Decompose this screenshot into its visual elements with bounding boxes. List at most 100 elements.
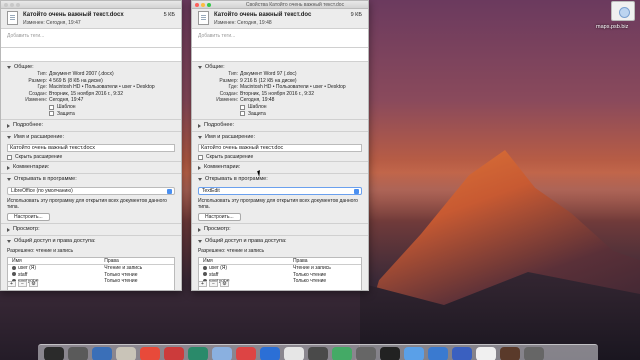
- permission-privilege[interactable]: Только чтение: [104, 278, 137, 285]
- info-window-docx[interactable]: Катойто очень важный текст.docx 5 КБ Изм…: [0, 0, 182, 291]
- general-info-list: Тип: Документ Word 2007 (.docx) Размер: 4 5…: [7, 71, 175, 104]
- dock-app-icon[interactable]: [428, 347, 448, 360]
- window-titlebar[interactable]: Свойства Катойто очень важный текст.doc: [192, 1, 368, 9]
- maps-widget-icon[interactable]: [611, 1, 635, 21]
- tags-area[interactable]: [192, 48, 368, 62]
- general-row: Создан: Вторник, 15 ноября 2016 г., 9:32: [7, 91, 175, 98]
- change-all-button[interactable]: Настроить...: [7, 213, 50, 222]
- preview-label: Просмотр:: [13, 226, 40, 233]
- more-info-toggle[interactable]: Подробнее:: [198, 122, 362, 129]
- dock-app-icon[interactable]: [260, 347, 280, 360]
- checkbox-icon[interactable]: [240, 104, 245, 110]
- tags-area[interactable]: [1, 48, 181, 62]
- checkbox-icon[interactable]: [198, 154, 203, 160]
- open-with-toggle[interactable]: Открывать в программе:: [7, 176, 175, 183]
- disclosure-closed-icon: [7, 227, 10, 232]
- dock-app-icon[interactable]: [332, 347, 352, 360]
- gear-icon[interactable]: ⚙: [29, 281, 38, 287]
- dock-app-icon[interactable]: [164, 347, 184, 360]
- remove-icon[interactable]: −: [18, 281, 27, 287]
- locked-checkbox[interactable]: Защита: [198, 111, 362, 118]
- permission-privilege[interactable]: Только чтение: [293, 278, 326, 285]
- gear-icon[interactable]: ⚙: [220, 281, 229, 287]
- checkbox-icon[interactable]: [49, 111, 54, 117]
- popup-arrows-icon: [167, 189, 172, 195]
- user-icon: [203, 265, 207, 270]
- dock-app-icon[interactable]: [452, 347, 472, 360]
- preview-label: Просмотр:: [204, 226, 231, 233]
- window-titlebar[interactable]: [1, 1, 181, 9]
- preview-toggle[interactable]: Просмотр:: [7, 226, 175, 233]
- dock-app-icon[interactable]: [44, 347, 64, 360]
- minimize-button[interactable]: [201, 3, 205, 7]
- name-ext-toggle[interactable]: Имя и расширение:: [7, 134, 175, 141]
- hide-extension-checkbox[interactable]: Скрыть расширение: [192, 153, 368, 161]
- permissions-toolbar: + − ⚙: [198, 281, 229, 287]
- general-key: Где:: [228, 84, 238, 91]
- add-icon[interactable]: +: [198, 281, 207, 287]
- dock-app-icon[interactable]: [356, 347, 376, 360]
- permissions-toolbar: + − ⚙: [7, 281, 38, 287]
- open-with-toggle[interactable]: Открывать в программе:: [198, 176, 362, 183]
- header-name: Имя: [203, 258, 213, 265]
- zoom-button[interactable]: [16, 3, 20, 7]
- permissions-header: Имя Права: [8, 258, 174, 266]
- comments-toggle[interactable]: Комментарии:: [198, 164, 362, 171]
- checkbox-icon[interactable]: [7, 154, 12, 160]
- disclosure-closed-icon: [198, 123, 201, 128]
- general-value: Macintosh HD • Пользователи • user • Des…: [49, 84, 155, 91]
- general-section-toggle[interactable]: Общие:: [198, 64, 362, 71]
- zoom-button[interactable]: [207, 3, 211, 7]
- general-row: Размер: 9 216 Б (12 КБ на диске): [198, 78, 362, 85]
- dock-app-icon[interactable]: [140, 347, 160, 360]
- dock-app-icon[interactable]: [524, 347, 544, 360]
- general-value: Сегодня, 19:48: [240, 97, 275, 104]
- general-section-toggle[interactable]: Общие:: [7, 64, 175, 71]
- stationery-checkbox[interactable]: Шаблон: [7, 104, 175, 111]
- dock-app-icon[interactable]: [308, 347, 328, 360]
- locked-checkbox[interactable]: Защита: [7, 111, 175, 118]
- preview-toggle[interactable]: Просмотр:: [198, 226, 362, 233]
- locked-label: Защита: [57, 110, 75, 117]
- name-field[interactable]: Катойто очень важный текст.doc: [198, 144, 362, 153]
- locked-label: Защита: [248, 110, 266, 117]
- file-size: 5 КБ: [163, 12, 175, 18]
- general-value: Вторник, 15 ноября 2016 г., 9:32: [240, 90, 314, 97]
- document-icon: [7, 11, 18, 25]
- dock-app-icon[interactable]: [404, 347, 424, 360]
- name-ext-toggle[interactable]: Имя и расширение:: [198, 134, 362, 141]
- dock-app-icon[interactable]: [380, 347, 400, 360]
- more-info-toggle[interactable]: Подробнее:: [7, 122, 175, 129]
- dock-app-icon[interactable]: [212, 347, 232, 360]
- dock-app-icon[interactable]: [500, 347, 520, 360]
- open-with-popup[interactable]: TextEdit: [198, 187, 362, 196]
- permission-user: staff: [209, 271, 219, 278]
- dock-app-icon[interactable]: [68, 347, 88, 360]
- dock-app-icon[interactable]: [116, 347, 136, 360]
- dock-app-icon[interactable]: [476, 347, 496, 360]
- tags-input[interactable]: Добавить теги...: [1, 29, 181, 48]
- name-field[interactable]: Катойто очень важный текст.docx: [7, 144, 175, 153]
- checkbox-icon[interactable]: [49, 104, 54, 110]
- hide-extension-checkbox[interactable]: Скрыть расширение: [1, 153, 181, 161]
- stationery-checkbox[interactable]: Шаблон: [198, 104, 362, 111]
- close-button[interactable]: [195, 3, 199, 7]
- general-row: Изменен: Сегодня, 19:48: [198, 97, 362, 104]
- dock-app-icon[interactable]: [236, 347, 256, 360]
- dock-app-icon[interactable]: [188, 347, 208, 360]
- sharing-toggle[interactable]: Общий доступ и права доступа:: [198, 238, 362, 245]
- close-button[interactable]: [4, 3, 8, 7]
- info-window-doc[interactable]: Свойства Катойто очень важный текст.doc …: [191, 0, 369, 291]
- remove-icon[interactable]: −: [209, 281, 218, 287]
- sharing-toggle[interactable]: Общий доступ и права доступа:: [7, 238, 175, 245]
- add-icon[interactable]: +: [7, 281, 16, 287]
- open-with-popup[interactable]: LibreOffice (по умолчанию): [7, 187, 175, 196]
- minimize-button[interactable]: [10, 3, 14, 7]
- change-all-button[interactable]: Настроить...: [198, 213, 241, 222]
- comments-toggle[interactable]: Комментарии:: [7, 164, 175, 171]
- dock-app-icon[interactable]: [284, 347, 304, 360]
- file-size: 9 КБ: [350, 12, 362, 18]
- dock-app-icon[interactable]: [92, 347, 112, 360]
- tags-input[interactable]: Добавить теги...: [192, 29, 368, 48]
- checkbox-icon[interactable]: [240, 111, 245, 117]
